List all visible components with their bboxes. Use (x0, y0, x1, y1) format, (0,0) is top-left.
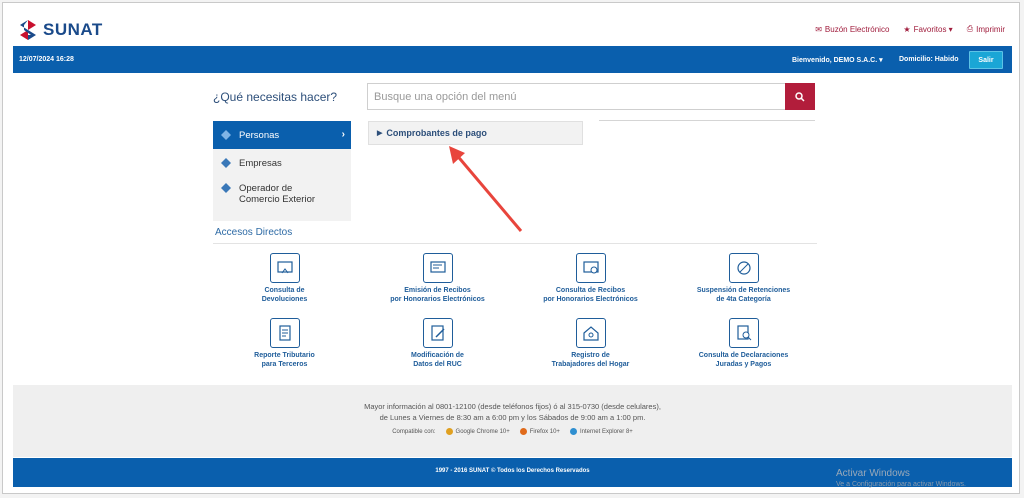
favoritos-link[interactable]: ★ Favoritos ▾ (903, 24, 952, 34)
datetime: 12/07/2024 16:28 (19, 56, 74, 63)
chrome-icon (445, 428, 453, 435)
logo-text: SUNAT (43, 20, 103, 39)
menu-item-empresas[interactable]: Empresas (213, 149, 351, 177)
welcome-menu[interactable]: Bienvenido, DEMO S.A.C. ▾ (792, 56, 883, 64)
compat-label: Compatible con: (392, 428, 436, 435)
ie-icon (569, 428, 577, 435)
submenu-comprobantes[interactable]: ▶ Comprobantes de pago (368, 121, 583, 145)
envelope-icon: ✉ (815, 24, 822, 34)
caret-right-icon: ▶ (377, 130, 383, 137)
tile-suspension-retenciones[interactable]: Suspensión de Retenciones de 4ta Categor… (667, 253, 820, 304)
emision-recibos-icon (422, 253, 453, 283)
shortcut-grid: Consulta de Devoluciones Emisión de Reci… (208, 253, 820, 369)
windows-watermark-title: Activar Windows (836, 468, 910, 479)
browser-ie: Internet Explorer 8+ (569, 428, 633, 435)
imprimir-link[interactable]: ⎙ Imprimir (967, 24, 1005, 34)
domicilio-status: Domicilio: Habido (899, 56, 959, 63)
page-question: ¿Qué necesitas hacer? (213, 90, 338, 104)
devoluciones-icon (269, 253, 300, 283)
annotation-arrow (449, 146, 523, 232)
favoritos-label: Favoritos ▾ (913, 24, 953, 34)
chevron-right-icon: › (341, 129, 345, 140)
search-button[interactable] (785, 83, 815, 110)
tile-label: Registro de Trabajadores del Hogar (551, 352, 630, 368)
menu-item-operador[interactable]: Operador de Comercio Exterior (213, 177, 351, 215)
menu-label-operador: Operador de Comercio Exterior (239, 183, 316, 205)
tile-registro-trabajadores[interactable]: Registro de Trabajadores del Hogar (514, 318, 667, 369)
search-icon (795, 91, 805, 102)
browser-compat: Compatible con: Google Chrome 10+ Firefo… (13, 428, 1012, 435)
tile-label: Consulta de Recibos por Honorarios Elect… (543, 287, 638, 303)
logout-button[interactable]: Salir (969, 51, 1003, 69)
home-icon (575, 318, 606, 348)
edit-doc-icon (422, 318, 453, 348)
tile-modificacion-ruc[interactable]: Modificación de Datos del RUC (361, 318, 514, 369)
firefox-icon (519, 428, 527, 435)
tile-emision-recibos[interactable]: Emisión de Recibos por Honorarios Electr… (361, 253, 514, 304)
menu-label-empresas: Empresas (239, 157, 282, 169)
tile-reporte-tributario[interactable]: Reporte Tributario para Terceros (208, 318, 361, 369)
printer-icon: ⎙ (966, 24, 974, 33)
page-frame: SUNAT ✉ Buzón Electrónico ★ Favoritos ▾ … (2, 2, 1020, 494)
buzon-link[interactable]: ✉ Buzón Electrónico (815, 24, 889, 34)
tile-consulta-devoluciones[interactable]: Consulta de Devoluciones (208, 253, 361, 304)
tile-label: Modificación de Datos del RUC (411, 352, 464, 368)
tile-consulta-declaraciones[interactable]: Consulta de Declaraciones Juradas y Pago… (667, 318, 820, 369)
browser-firefox: Firefox 10+ (519, 428, 560, 435)
star-icon: ★ (903, 24, 911, 34)
footer-info: Mayor información al 0801-12100 (desde t… (13, 385, 1012, 457)
info-line-1: Mayor información al 0801-12100 (desde t… (364, 402, 661, 411)
tile-label: Consulta de Devoluciones (261, 287, 308, 303)
menu-label-personas: Personas (239, 129, 280, 141)
tile-label: Suspensión de Retenciones de 4ta Categor… (696, 287, 791, 303)
search-input[interactable] (368, 84, 778, 109)
consulta-recibos-icon (575, 253, 606, 283)
accesos-divider (213, 243, 817, 244)
report-icon (269, 318, 300, 348)
top-header: SUNAT ✉ Buzón Electrónico ★ Favoritos ▾ … (3, 3, 1019, 45)
search-box (367, 83, 815, 110)
menu-padding (213, 215, 351, 221)
browser-chrome: Google Chrome 10+ (445, 428, 510, 435)
browser-chrome-label: Google Chrome 10+ (455, 428, 510, 435)
suspension-icon (728, 253, 759, 283)
accesos-title: Accesos Directos (215, 227, 293, 238)
submenu-divider (599, 120, 815, 121)
sunat-mini-icon (221, 183, 231, 193)
tile-label: Reporte Tributario para Terceros (254, 352, 315, 368)
sunat-mini-icon (221, 130, 231, 140)
submenu-comprobantes-label: Comprobantes de pago (386, 128, 487, 138)
menu-item-personas[interactable]: Personas › (213, 121, 351, 149)
windows-watermark-sub: Ve a Configuración para activar Windows. (836, 481, 966, 488)
sunat-logo[interactable]: SUNAT (17, 17, 103, 43)
top-links: ✉ Buzón Electrónico ★ Favoritos ▾ ⎙ Impr… (815, 24, 1005, 34)
sunat-mini-icon (221, 158, 231, 168)
info-line-2: de Lunes a Viernes de 8:30 am a 6:00 pm … (379, 413, 646, 422)
imprimir-label: Imprimir (976, 24, 1005, 34)
buzon-label: Buzón Electrónico (824, 24, 890, 34)
category-menu: Personas › Empresas Operador de Comercio… (213, 121, 351, 221)
user-bar: 12/07/2024 16:28 Bienvenido, DEMO S.A.C.… (13, 46, 1012, 73)
browser-firefox-label: Firefox 10+ (529, 428, 560, 435)
tile-label: Emisión de Recibos por Honorarios Electr… (390, 287, 485, 303)
search-doc-icon (728, 318, 759, 348)
tile-consulta-recibos[interactable]: Consulta de Recibos por Honorarios Elect… (514, 253, 667, 304)
tile-label: Consulta de Declaraciones Juradas y Pago… (698, 352, 789, 368)
sunat-logo-icon (20, 20, 36, 40)
browser-ie-label: Internet Explorer 8+ (579, 428, 633, 435)
